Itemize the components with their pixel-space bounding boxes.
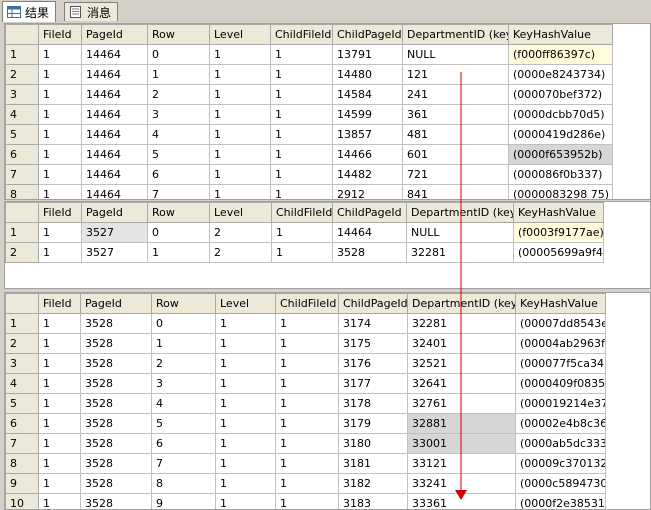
annotation-arrow — [0, 0, 651, 508]
